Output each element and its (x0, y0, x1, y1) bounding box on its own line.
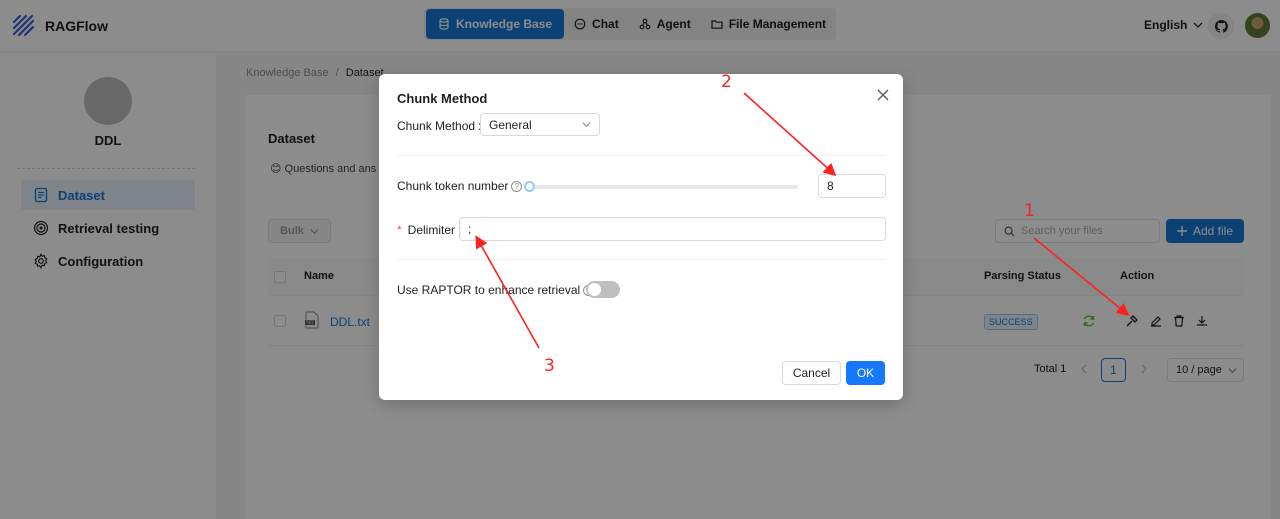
ok-button[interactable]: OK (846, 361, 885, 385)
annotation-label-1: 1 (1024, 201, 1035, 221)
chunk-method-dialog: Chunk Method Chunk Method: General Chunk… (379, 74, 903, 400)
dialog-title: Chunk Method (397, 91, 488, 106)
raptor-toggle[interactable] (586, 281, 620, 298)
section-divider (397, 155, 885, 156)
chunk-token-slider-track[interactable] (528, 185, 798, 189)
close-icon[interactable] (876, 88, 890, 102)
annotation-label-2: 2 (721, 72, 732, 92)
chevron-down-icon (582, 122, 591, 128)
raptor-label-text: Use RAPTOR to enhance retrieval (397, 283, 581, 297)
chunk-token-slider-handle[interactable] (524, 181, 535, 192)
chunk-method-value: General (489, 117, 532, 132)
chunk-token-label: Chunk token number ?: (397, 179, 529, 193)
raptor-label: Use RAPTOR to enhance retrieval ?: (397, 283, 601, 297)
chunk-method-select[interactable]: General (480, 113, 600, 136)
chunk-method-label: Chunk Method: (397, 119, 481, 133)
chunk-token-label-text: Chunk token number (397, 179, 509, 193)
required-mark: * (397, 223, 402, 237)
delimiter-input[interactable]: ; (459, 217, 886, 241)
cancel-button[interactable]: Cancel (782, 361, 841, 385)
help-icon[interactable]: ? (511, 180, 523, 192)
delimiter-label: * Delimiter: (397, 223, 461, 237)
delimiter-label-text: Delimiter (407, 223, 456, 237)
chunk-method-label-text: Chunk Method (397, 119, 476, 133)
section-divider (397, 259, 885, 260)
annotation-label-3: 3 (544, 356, 555, 376)
chunk-token-number-input[interactable]: 8 (818, 174, 886, 198)
